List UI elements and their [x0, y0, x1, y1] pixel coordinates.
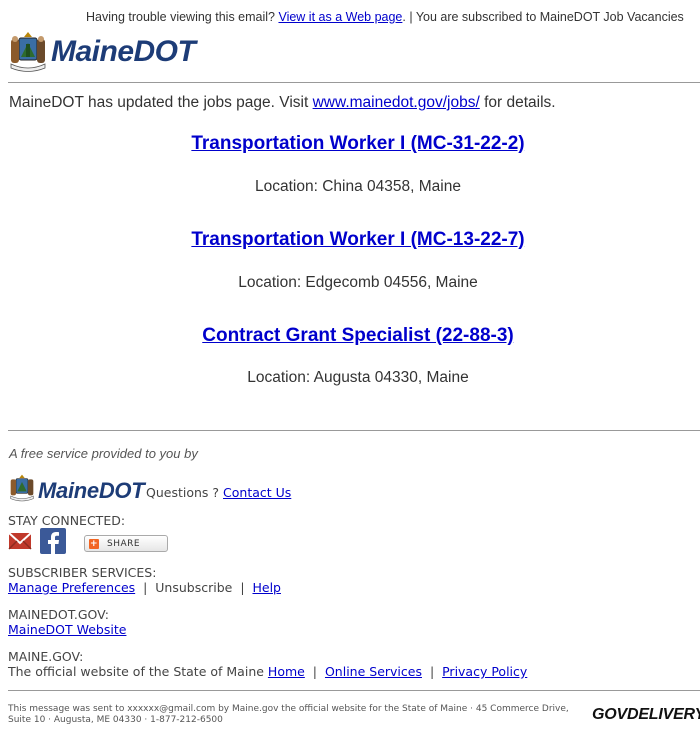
job-title: Transportation Worker I (MC-13-22-7)	[8, 229, 700, 251]
header-logo[interactable]: MaineDOT	[9, 30, 196, 74]
privacy-policy-link[interactable]: Privacy Policy	[442, 664, 527, 679]
manage-preferences-link[interactable]: Manage Preferences	[8, 580, 135, 595]
mainedot-website-line: MaineDOT Website	[8, 622, 126, 637]
job-title-link[interactable]: Contract Grant Specialist (22-88-3)	[202, 325, 513, 346]
intro-text-before: MaineDOT has updated the jobs page. Visi…	[9, 94, 309, 111]
help-link[interactable]: Help	[252, 580, 281, 595]
trouble-viewing-text: Having trouble viewing this email?	[86, 10, 275, 24]
job-location: Location: China 04358, Maine	[255, 178, 461, 195]
questions-text: Questions ?	[146, 485, 220, 500]
official-website-text: The official website of the State of Mai…	[8, 664, 264, 679]
share-label: SHARE	[107, 538, 141, 549]
fineprint-text: This message was sent to xxxxxx@gmail.co…	[8, 704, 569, 725]
header-divider	[8, 82, 700, 83]
intro-text-after: for details.	[484, 94, 556, 111]
job-title-link[interactable]: Transportation Worker I (MC-13-22-7)	[191, 229, 524, 250]
govdelivery-logo[interactable]: GOVDELIVERY	[592, 706, 700, 724]
stay-connected-label: STAY CONNECTED:	[8, 513, 126, 528]
unsubscribe-text[interactable]: Unsubscribe	[155, 580, 232, 595]
subscriber-links: Manage Preferences | Unsubscribe | Help	[8, 580, 281, 595]
separator: |	[240, 580, 245, 595]
maine-gov-links: The official website of the State of Mai…	[8, 664, 527, 679]
job-title: Transportation Worker I (MC-31-22-2)	[8, 133, 700, 155]
separator: |	[429, 664, 435, 679]
contact-us-link[interactable]: Contact Us	[223, 485, 291, 500]
online-services-link[interactable]: Online Services	[325, 664, 422, 679]
questions-line: Questions ? Contact Us	[146, 485, 291, 500]
view-web-page-link[interactable]: View it as a Web page	[278, 10, 402, 24]
job-location: Location: Augusta 04330, Maine	[247, 369, 469, 386]
job-listing: Transportation Worker I (MC-13-22-7) Loc…	[8, 229, 700, 292]
maine-seal-small-icon	[9, 474, 35, 507]
separator: |	[312, 664, 318, 679]
footer-brand-text: MaineDOT	[38, 477, 145, 503]
separator: |	[143, 580, 148, 595]
maine-gov-label: MAINE.GOV:	[8, 649, 84, 664]
top-notice-text: Having trouble viewing this email? View …	[86, 10, 684, 24]
intro-text: MaineDOT has updated the jobs page. Visi…	[9, 94, 556, 112]
facebook-icon[interactable]	[40, 528, 66, 559]
subscriber-services-label: SUBSCRIBER SERVICES:	[8, 565, 157, 580]
job-listing: Transportation Worker I (MC-31-22-2) Loc…	[8, 133, 700, 196]
social-buttons: + SHARE	[8, 528, 168, 559]
job-listing: Contract Grant Specialist (22-88-3) Loca…	[8, 325, 700, 387]
maine-seal-icon	[9, 31, 47, 73]
content-divider	[8, 430, 700, 431]
free-service-text: A free service provided to you by	[9, 446, 198, 461]
job-location: Location: Edgecomb 04556, Maine	[238, 274, 478, 291]
job-title-link[interactable]: Transportation Worker I (MC-31-22-2)	[191, 133, 524, 154]
mainedot-gov-label: MAINEDOT.GOV:	[8, 607, 109, 622]
job-title: Contract Grant Specialist (22-88-3)	[8, 325, 700, 347]
share-button[interactable]: + SHARE	[84, 535, 168, 552]
mainedot-brand-text: MaineDOT	[51, 35, 196, 68]
jobs-page-link[interactable]: www.mainedot.gov/jobs/	[313, 94, 480, 111]
email-icon[interactable]	[8, 530, 32, 557]
subscription-notice-text: . | You are subscribed to MaineDOT Job V…	[402, 10, 684, 24]
plus-icon: +	[89, 538, 99, 549]
footer-logo[interactable]: MaineDOT	[9, 474, 145, 507]
top-notice-bar: Having trouble viewing this email? View …	[0, 0, 700, 28]
footer-divider	[8, 690, 700, 691]
mainedot-website-link[interactable]: MaineDOT Website	[8, 622, 126, 637]
home-link[interactable]: Home	[268, 664, 305, 679]
